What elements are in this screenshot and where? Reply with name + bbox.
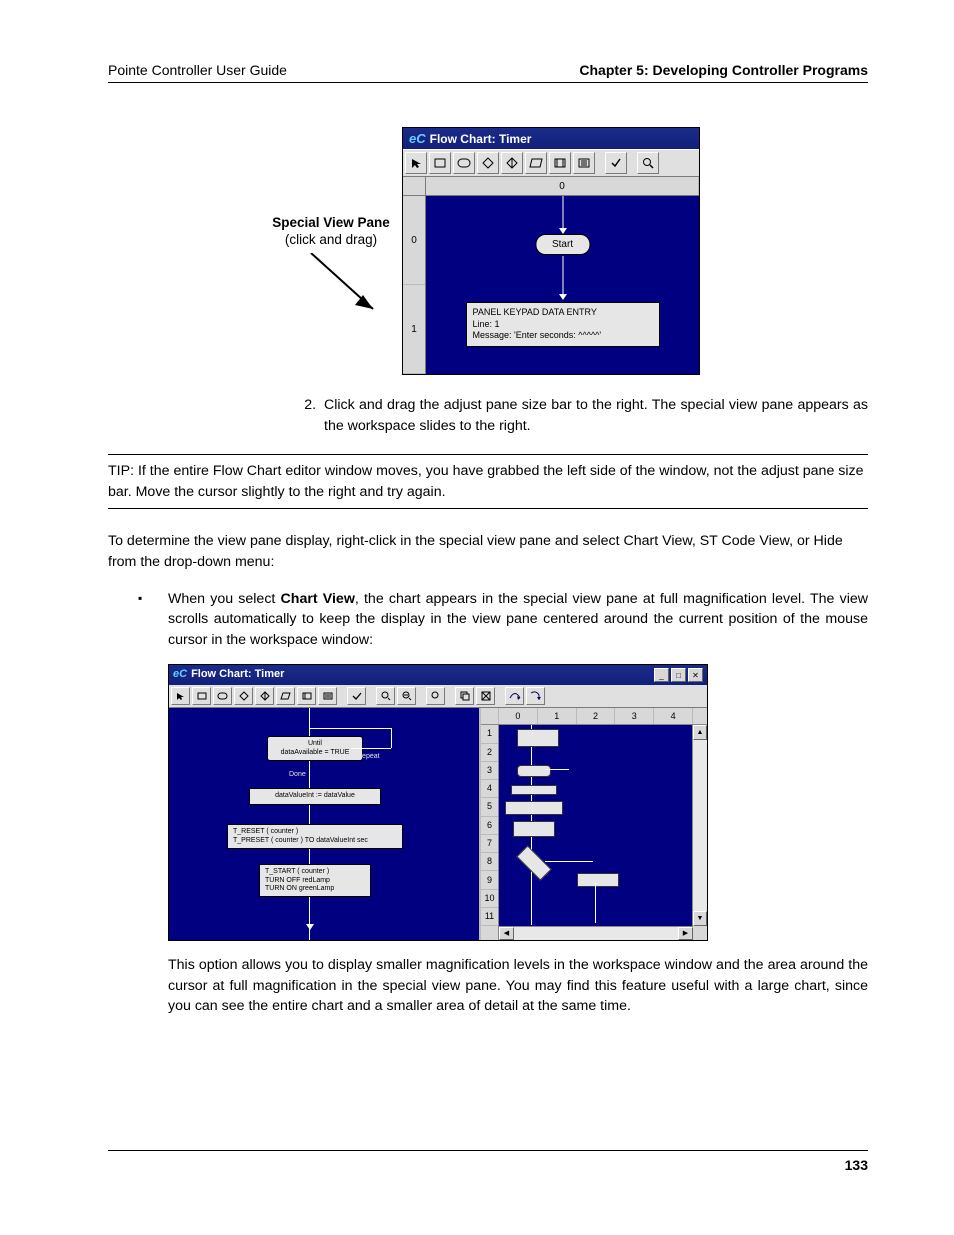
zoom-out-icon[interactable]	[397, 687, 416, 705]
bullet-body: When you select Chart View, the chart ap…	[168, 589, 868, 1018]
figure-2-title: Flow Chart: Timer	[191, 667, 284, 683]
figure-2-window: eC Flow Chart: Timer _ □ ✕	[168, 664, 708, 941]
paragraph-after-figure: This option allows you to display smalle…	[168, 955, 868, 1017]
doc-icon[interactable]	[549, 152, 571, 174]
flowchart-start-node: Start	[535, 234, 590, 255]
figure-1-titlebar: eC Flow Chart: Timer	[403, 128, 699, 149]
ruler-top-0: 0	[426, 177, 699, 195]
figure-2-titlebar: eC Flow Chart: Timer _ □ ✕	[169, 665, 707, 685]
list-icon[interactable]	[573, 152, 595, 174]
zoom-in-icon[interactable]	[376, 687, 395, 705]
ordered-steps: Click and drag the adjust pane size bar …	[266, 395, 868, 436]
scroll-right-icon[interactable]: ▶	[678, 927, 693, 940]
figure-1-canvas: Start PANEL KEYPAD DATA ENTRY Line: 1 Me…	[426, 196, 699, 374]
roundrect-icon[interactable]	[213, 687, 232, 705]
header-left: Pointe Controller User Guide	[108, 62, 287, 78]
callout-arrow-icon	[281, 253, 381, 323]
callout-sub: (click and drag)	[266, 232, 396, 247]
roundrect-icon[interactable]	[453, 152, 475, 174]
brand-icon: eC	[173, 667, 187, 683]
vertical-scrollbar[interactable]: ▲ ▼	[692, 725, 707, 926]
parallelogram-icon[interactable]	[276, 687, 295, 705]
until-block: Until dataAvailable = TRUE	[267, 736, 363, 761]
callout-title: Special View Pane	[266, 215, 396, 230]
done-label: Done	[289, 770, 306, 780]
zoom-icon[interactable]	[637, 152, 659, 174]
check-icon[interactable]	[605, 152, 627, 174]
diamond2-icon[interactable]	[501, 152, 523, 174]
figure-1-vruler: 0 1	[403, 196, 426, 374]
page-number: 133	[845, 1157, 868, 1173]
bullet-chart-view: ▪ When you select Chart View, the chart …	[138, 589, 868, 1018]
close-button[interactable]: ✕	[688, 668, 703, 682]
check-icon[interactable]	[347, 687, 366, 705]
repeat-label: Repeat	[357, 752, 380, 762]
copy-icon[interactable]	[455, 687, 474, 705]
step-over-icon[interactable]	[505, 687, 524, 705]
diamond-icon[interactable]	[234, 687, 253, 705]
flowchart-keypad-box: PANEL KEYPAD DATA ENTRY Line: 1 Message:…	[466, 302, 660, 347]
page-footer: 133	[108, 1150, 868, 1173]
assign-block: dataValueInt := dataValue	[249, 788, 381, 804]
callout: Special View Pane (click and drag)	[266, 215, 396, 328]
maximize-button[interactable]: □	[671, 668, 686, 682]
diamond2-icon[interactable]	[255, 687, 274, 705]
minimize-button[interactable]: _	[654, 668, 669, 682]
step-into-icon[interactable]	[526, 687, 545, 705]
bullet-marker-icon: ▪	[138, 589, 148, 1018]
horizontal-scrollbar[interactable]: ◀ ▶	[499, 926, 693, 940]
step-2: Click and drag the adjust pane size bar …	[320, 395, 868, 436]
paragraph-view-options: To determine the view pane display, righ…	[108, 531, 868, 572]
figure-2-workspace: Until dataAvailable = TRUE Repeat Done d…	[169, 708, 481, 940]
scroll-down-icon[interactable]: ▼	[693, 911, 707, 926]
scroll-left-icon[interactable]: ◀	[499, 927, 514, 940]
rect-icon[interactable]	[192, 687, 211, 705]
diamond-icon[interactable]	[477, 152, 499, 174]
pointer-icon[interactable]	[171, 687, 190, 705]
reset-block: T_RESET ( counter ) T_PRESET ( counter )…	[227, 824, 403, 849]
figure-1-row: Special View Pane (click and drag) eC Fl…	[266, 127, 868, 375]
rect-icon[interactable]	[429, 152, 451, 174]
pointer-icon[interactable]	[405, 152, 427, 174]
scroll-up-icon[interactable]: ▲	[693, 725, 707, 740]
figure-2-overview	[499, 725, 692, 926]
figure-2-toolbar	[169, 685, 707, 708]
window-buttons: _ □ ✕	[654, 668, 703, 682]
figure-1-window: eC Flow Chart: Timer	[402, 127, 700, 375]
figure-2-special-view: 0 1 2 3 4 1 2 3	[481, 708, 707, 940]
figure-1-title: Flow Chart: Timer	[430, 132, 532, 146]
list-icon[interactable]	[318, 687, 337, 705]
header-right: Chapter 5: Developing Controller Program…	[579, 62, 868, 78]
figure-2-hruler: 0 1 2 3 4	[481, 708, 693, 725]
tip-block: TIP: If the entire Flow Chart editor win…	[108, 454, 868, 509]
doc-icon[interactable]	[297, 687, 316, 705]
parallelogram-icon[interactable]	[525, 152, 547, 174]
find-icon[interactable]	[426, 687, 445, 705]
page-header: Pointe Controller User Guide Chapter 5: …	[108, 62, 868, 83]
fit-icon[interactable]	[476, 687, 495, 705]
figure-1-toolbar	[403, 149, 699, 177]
figure-2-vruler: 1 2 3 4 5 6 7 8 9 10 11	[481, 725, 499, 926]
start-block: T_START ( counter ) TURN OFF redLamp TUR…	[259, 864, 371, 897]
brand-icon: eC	[409, 131, 426, 146]
